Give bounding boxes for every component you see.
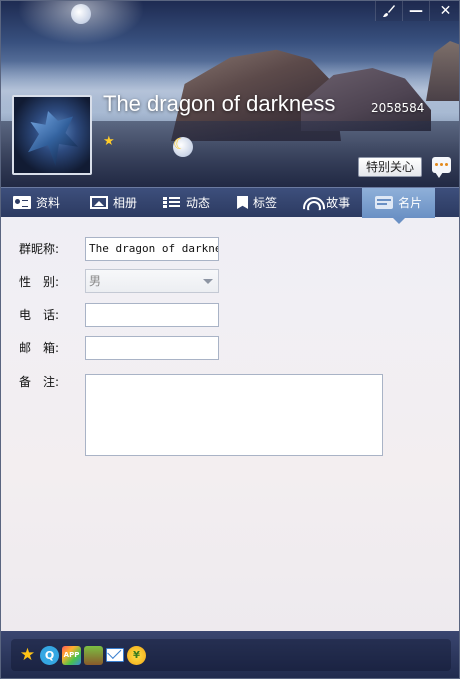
tab-name-card[interactable]: 名片 xyxy=(362,187,436,218)
nickname: The dragon of darkness xyxy=(103,91,336,116)
email-label: 邮 箱: xyxy=(19,341,60,355)
note-label: 备 注: xyxy=(19,375,60,389)
minimize-button[interactable]: — xyxy=(402,1,429,21)
chat-bubble-icon[interactable] xyxy=(432,157,451,178)
avatar[interactable] xyxy=(12,95,92,175)
tab-label: 标签 xyxy=(253,196,278,210)
banner-moon xyxy=(71,4,91,24)
service-icons: ★ Q APP ¥ xyxy=(11,639,451,671)
window-controls: — ✕ xyxy=(375,1,459,23)
group-nickname-field[interactable]: The dragon of darknes xyxy=(85,237,219,261)
story-rainbow-icon xyxy=(303,196,321,209)
tab-label: 故事 xyxy=(326,196,351,210)
app-icon[interactable]: APP xyxy=(62,645,81,665)
tab-label: 资料 xyxy=(36,196,61,210)
tab-label: 动态 xyxy=(186,196,211,210)
gender-label: 性 别: xyxy=(19,275,60,289)
special-care-button[interactable]: 特别关心 xyxy=(358,157,422,177)
profile-card-icon xyxy=(13,196,31,209)
qzone-icon[interactable]: Q xyxy=(40,645,59,665)
feed-list-icon xyxy=(163,196,181,209)
name-card-icon xyxy=(375,196,394,209)
gender-select[interactable]: 男 xyxy=(85,269,219,293)
favorite-star-icon[interactable]: ★ xyxy=(18,645,37,665)
tab-label: 相册 xyxy=(113,196,138,210)
tab-feed[interactable]: 动态 xyxy=(157,188,216,218)
mail-icon[interactable] xyxy=(106,648,124,662)
photo-album-icon xyxy=(90,196,109,209)
profile-tabs: 资料 相册 动态 标签 故事 名片 xyxy=(1,187,459,218)
game-icon[interactable] xyxy=(84,645,103,665)
brush-icon[interactable] xyxy=(375,1,402,21)
dragon-avatar-image xyxy=(28,111,78,166)
tab-profile[interactable]: 资料 xyxy=(7,188,66,218)
gender-value: 男 xyxy=(89,274,102,288)
phone-field[interactable] xyxy=(85,303,219,327)
level-badges: ☾ ★ xyxy=(103,134,193,157)
star-icon[interactable]: ★ xyxy=(103,134,115,149)
close-button[interactable]: ✕ xyxy=(429,1,459,21)
group-nickname-label: 群昵称: xyxy=(19,242,60,256)
note-textarea[interactable] xyxy=(85,374,383,456)
tab-album[interactable]: 相册 xyxy=(84,188,143,218)
bottom-toolbar: ★ Q APP ¥ xyxy=(1,631,459,678)
email-field[interactable] xyxy=(85,336,219,360)
phone-label: 电 话: xyxy=(19,308,60,322)
chevron-down-icon xyxy=(203,279,213,284)
qq-number: 2058584 xyxy=(371,101,425,115)
tag-icon xyxy=(237,196,249,209)
profile-card-window: — ✕ The dragon of darkness 2058584 ☾ ★ 特… xyxy=(0,0,460,679)
moon-icon[interactable]: ☾ xyxy=(173,137,193,157)
tab-label: 名片 xyxy=(398,196,423,210)
banner-rock xyxy=(426,41,459,101)
payment-icon[interactable]: ¥ xyxy=(127,645,146,665)
tab-tags[interactable]: 标签 xyxy=(231,188,283,218)
profile-banner: — ✕ The dragon of darkness 2058584 ☾ ★ 特… xyxy=(1,1,459,187)
tab-story[interactable]: 故事 xyxy=(297,188,356,218)
